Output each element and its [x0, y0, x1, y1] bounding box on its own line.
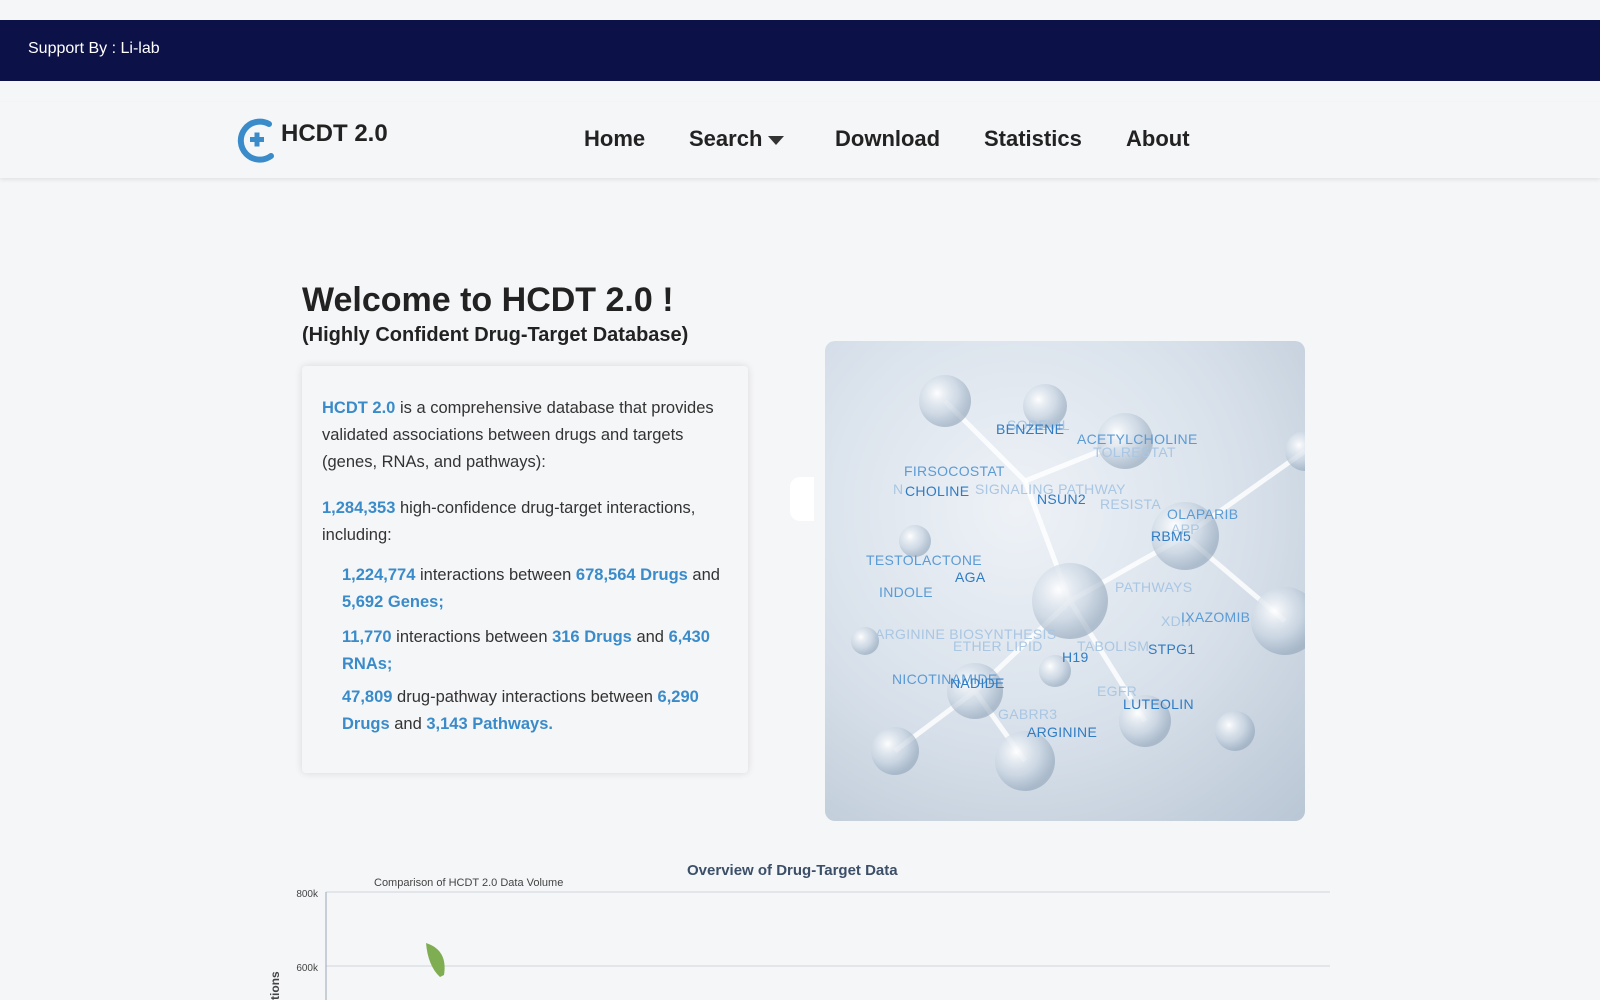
intro-total: 1,284,353 high-confidence drug-target in… [322, 495, 734, 549]
page-subtitle: (Highly Confident Drug-Target Database) [302, 324, 689, 346]
brand-name[interactable]: HCDT 2.0 [281, 120, 388, 148]
rnas-count: 11,770 [342, 628, 392, 646]
genes-and: and [687, 566, 720, 584]
stat-rnas: 11,770 interactions between 316 Drugs an… [342, 624, 728, 678]
nav-statistics[interactable]: Statistics [984, 126, 1082, 152]
word-item[interactable]: LUTEOLIN [1123, 696, 1194, 712]
leaf-marker[interactable] [426, 943, 445, 977]
path-and: and [389, 715, 427, 733]
word-item[interactable]: BENZENE [996, 421, 1064, 437]
carousel-prev-tab[interactable] [790, 477, 814, 521]
navbar: HCDT 2.0 Home Search Download Statistics… [0, 102, 1600, 178]
support-bar: Support By : Li-lab [0, 20, 1600, 81]
genes-count: 1,224,774 [342, 566, 416, 584]
rnas-mid: interactions between [391, 628, 553, 646]
overview-chart: 800k 600k tions [270, 889, 1330, 1000]
nav-home[interactable]: Home [584, 126, 645, 152]
word-item[interactable]: AGA [955, 569, 985, 585]
nav-about[interactable]: About [1126, 126, 1190, 152]
word-item[interactable]: STPG1 [1148, 641, 1195, 657]
path-mid: drug-pathway interactions between [392, 688, 658, 706]
y-axis-label: tions [270, 971, 282, 1000]
nav-download[interactable]: Download [835, 126, 940, 152]
word-item[interactable]: ETHER LIPID [953, 638, 1043, 654]
y-tick-label: 600k [296, 963, 319, 974]
total-count: 1,284,353 [322, 499, 396, 517]
word-item[interactable]: IXAZOMIB [1181, 609, 1250, 625]
nav-search[interactable]: Search [689, 126, 785, 152]
word-item[interactable]: ARGININE [1027, 724, 1097, 740]
genes-drugs: 678,564 Drugs [575, 566, 688, 584]
overview-title: Overview of Drug-Target Data [687, 862, 898, 879]
stat-pathways: 47,809 drug-pathway interactions between… [342, 684, 728, 738]
word-item[interactable]: TOLRESTAT [1093, 444, 1176, 460]
word-item[interactable]: N [893, 481, 903, 497]
molecule-word-cloud: SODEVIL BENZENE ACETYLCHOLINE TOLRESTAT … [825, 341, 1305, 821]
support-text: Support By : Li-lab [28, 40, 160, 57]
word-item[interactable]: NADIDE [950, 675, 1005, 691]
genes-mid: interactions between [415, 566, 576, 584]
page-title: Welcome to HCDT 2.0 ! [302, 281, 674, 319]
intro-name: HCDT 2.0 [322, 399, 396, 417]
word-item[interactable]: INDOLE [879, 584, 933, 600]
genes-targets: 5,692 Genes; [342, 593, 444, 611]
nav-search-label: Search [689, 126, 763, 151]
word-item[interactable]: OLAPARIB [1167, 506, 1238, 522]
rnas-drugs: 316 Drugs [552, 628, 632, 646]
y-tick-label: 800k [296, 889, 319, 900]
path-targets: 3,143 Pathways. [426, 715, 553, 733]
stat-genes: 1,224,774 interactions between 678,564 D… [342, 562, 742, 616]
word-item[interactable]: RESISTA [1100, 496, 1161, 512]
chevron-down-icon [768, 135, 785, 145]
intro-card: HCDT 2.0 is a comprehensive database tha… [302, 366, 748, 773]
word-item[interactable]: FIRSOCOSTAT [904, 463, 1005, 479]
word-item[interactable]: CHOLINE [905, 483, 969, 499]
word-item[interactable]: PATHWAYS [1115, 579, 1192, 595]
logo-icon[interactable] [233, 116, 277, 164]
word-item[interactable]: GABRR3 [998, 706, 1057, 722]
path-count: 47,809 [342, 688, 393, 706]
molecule-illustration [851, 375, 1305, 791]
rnas-and: and [631, 628, 669, 646]
word-item[interactable]: RBM5 [1151, 528, 1191, 544]
word-item[interactable]: H19 [1062, 649, 1089, 665]
intro-description: HCDT 2.0 is a comprehensive database tha… [322, 395, 734, 476]
word-item[interactable]: NSUN2 [1037, 491, 1086, 507]
word-item[interactable]: TESTOLACTONE [866, 552, 982, 568]
